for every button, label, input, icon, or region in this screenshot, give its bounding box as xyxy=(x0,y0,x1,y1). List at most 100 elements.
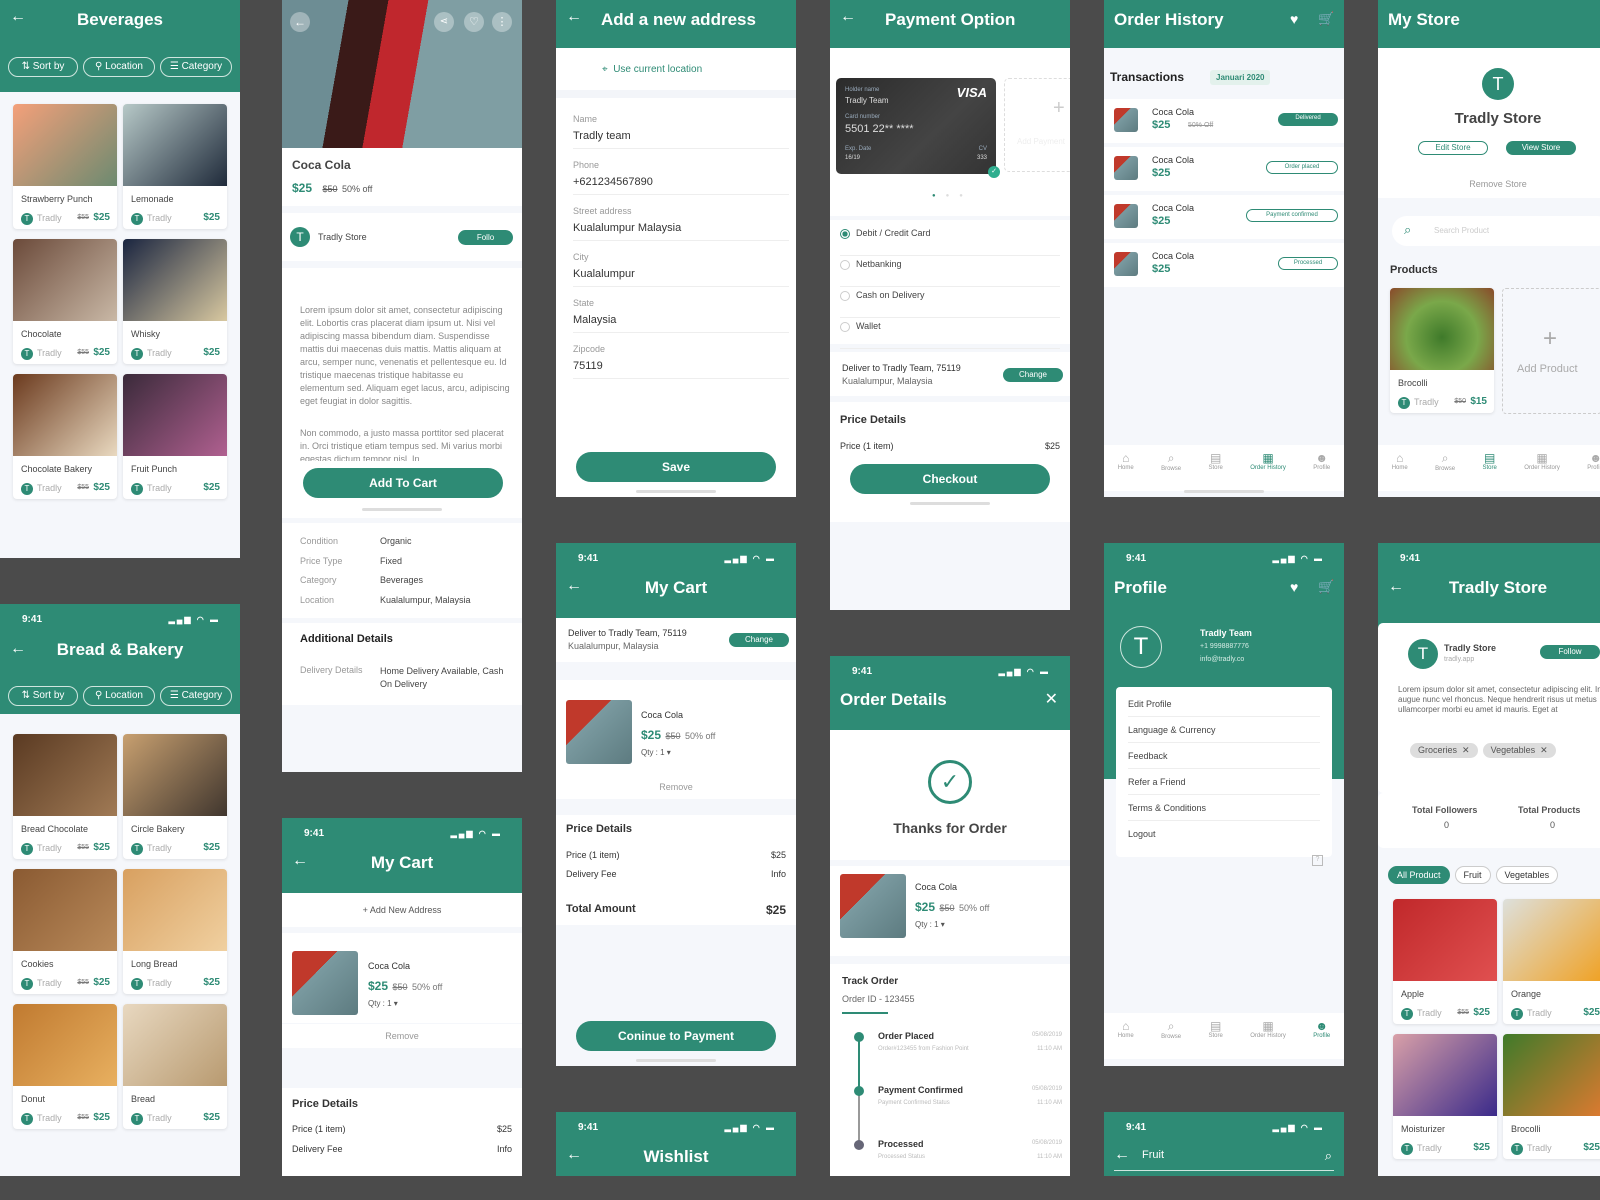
edit-store-button[interactable]: Edit Store xyxy=(1418,141,1488,155)
nav-item-home[interactable]: ⌂ Home xyxy=(1392,451,1408,491)
category-button[interactable]: ☰ Category xyxy=(160,57,232,77)
category-button[interactable]: ☰ Category xyxy=(160,686,232,706)
address-field[interactable]: Phone +621234567890 xyxy=(573,160,789,195)
sort-by-button[interactable]: ⇅ Sort by xyxy=(8,686,78,706)
share-icon[interactable]: ⋖ xyxy=(434,12,454,32)
carousel-dots[interactable]: ●●● xyxy=(932,193,973,199)
category-chip[interactable]: All Product xyxy=(1388,866,1450,884)
nav-item-store[interactable]: ▤ Store xyxy=(1208,451,1222,491)
continue-to-payment-button[interactable]: Coninue to Payment xyxy=(576,1021,776,1051)
product-card[interactable]: Circle Bakery T Tradly $25 xyxy=(123,734,227,859)
heart-icon[interactable]: ♥ xyxy=(1290,579,1298,595)
use-current-location-button[interactable]: ⌖ Use current location xyxy=(602,64,702,75)
sort-by-button[interactable]: ⇅ Sort by xyxy=(8,57,78,77)
product-card[interactable]: Orange T Tradly $25 xyxy=(1503,899,1600,1024)
category-chip[interactable]: Vegetables xyxy=(1495,866,1559,884)
qty-selector[interactable]: Qty : 1 ▾ xyxy=(368,999,398,1008)
logout-button[interactable]: Logout xyxy=(1128,821,1320,847)
search-icon[interactable]: ⌕ xyxy=(1325,1148,1332,1164)
profile-avatar[interactable]: T xyxy=(1120,626,1162,668)
close-icon[interactable]: ✕ xyxy=(1045,689,1058,709)
heart-icon[interactable]: ♥ xyxy=(1290,11,1298,27)
field-value[interactable]: Tradly team xyxy=(573,130,789,149)
close-icon[interactable]: ✕ xyxy=(1462,745,1470,755)
help-icon[interactable]: ? xyxy=(1312,855,1323,866)
nav-item-store[interactable]: ▤ Store xyxy=(1482,451,1496,491)
nav-item-browse[interactable]: ⌕ Browse xyxy=(1161,1019,1181,1059)
payment-option[interactable]: Wallet xyxy=(840,321,1060,349)
transaction-item[interactable]: Coca Cola $25 Processed xyxy=(1104,243,1344,287)
cart-icon[interactable]: 🛒 xyxy=(1318,579,1334,595)
product-card[interactable]: Fruit Punch T Tradly $25 xyxy=(123,374,227,499)
search-product-input[interactable]: ⌕ Search Product xyxy=(1392,216,1600,246)
payment-option[interactable]: Debit / Credit Card xyxy=(840,228,1060,256)
add-new-address-button[interactable]: + Add New Address xyxy=(282,893,522,927)
heart-icon[interactable]: ♡ xyxy=(464,12,484,32)
remove-store-button[interactable]: Remove Store xyxy=(1378,179,1600,189)
field-value[interactable]: 75119 xyxy=(573,360,789,379)
product-card[interactable]: Bread Chocolate T Tradly $55 $25 xyxy=(13,734,117,859)
product-card[interactable]: Chocolate Bakery T Tradly $55 $25 xyxy=(13,374,117,499)
checkout-button[interactable]: Checkout xyxy=(850,464,1050,494)
back-arrow-icon[interactable]: ← xyxy=(290,12,310,32)
remove-button[interactable]: Remove xyxy=(556,775,796,799)
field-value[interactable]: Kualalumpur xyxy=(573,268,789,287)
address-field[interactable]: Street address Kualalumpur Malaysia xyxy=(573,206,789,241)
product-card[interactable]: Apple T Tradly $55 $25 xyxy=(1393,899,1497,1024)
address-field[interactable]: Zipcode 75119 xyxy=(573,344,789,379)
back-arrow-icon[interactable]: ← xyxy=(1114,1146,1130,1164)
address-field[interactable]: State Malaysia xyxy=(573,298,789,333)
nav-item-profile[interactable]: ☻Profile xyxy=(1313,1019,1330,1059)
add-to-cart-button[interactable]: Add To Cart xyxy=(303,468,503,498)
menu-item[interactable]: Refer a Friend xyxy=(1128,769,1320,795)
payment-option[interactable]: Cash on Delivery xyxy=(840,290,1060,318)
nav-item-browse[interactable]: ⌕ Browse xyxy=(1161,451,1181,491)
month-filter[interactable]: Januari 2020 xyxy=(1210,70,1271,85)
payment-option[interactable]: Netbanking xyxy=(840,259,1060,287)
back-arrow-icon[interactable]: ← xyxy=(840,8,856,26)
qty-selector[interactable]: Qty : 1 ▾ xyxy=(641,748,671,757)
qty-selector[interactable]: Qty : 1 ▾ xyxy=(915,920,945,929)
add-product-button[interactable]: + Add Product xyxy=(1502,288,1600,414)
product-card[interactable]: Whisky T Tradly $25 xyxy=(123,239,227,364)
location-button[interactable]: ⚲ Location xyxy=(83,57,155,77)
product-card[interactable]: Brocolli T Tradly $25 xyxy=(1503,1034,1600,1159)
transaction-item[interactable]: Coca Cola $25 Payment confirmed xyxy=(1104,195,1344,239)
back-arrow-icon[interactable]: ← xyxy=(566,8,582,26)
remove-button[interactable]: Remove xyxy=(282,1024,522,1048)
nav-item-store[interactable]: ▤ Store xyxy=(1208,1019,1222,1059)
product-card[interactable]: Brocolli T Tradly $50 $15 xyxy=(1390,288,1494,413)
product-card[interactable]: Long Bread T Tradly $25 xyxy=(123,869,227,994)
field-value[interactable]: Malaysia xyxy=(573,314,789,333)
radio-button[interactable] xyxy=(840,259,850,270)
product-card[interactable]: Chocolate T Tradly $55 $25 xyxy=(13,239,117,364)
field-value[interactable]: +621234567890 xyxy=(573,176,789,195)
nav-item-browse[interactable]: ⌕ Browse xyxy=(1435,451,1455,491)
category-chip[interactable]: Fruit xyxy=(1454,866,1491,884)
menu-item[interactable]: Feedback xyxy=(1128,743,1320,769)
more-icon[interactable]: ⋮ xyxy=(492,12,512,32)
nav-item-home[interactable]: ⌂ Home xyxy=(1118,451,1134,491)
add-payment-card[interactable]: + Add Payment xyxy=(1004,78,1070,172)
nav-item-order-history[interactable]: ▦ Order History xyxy=(1524,451,1560,491)
product-card[interactable]: Strawberry Punch T Tradly $55 $25 xyxy=(13,104,117,229)
address-field[interactable]: City Kualalumpur xyxy=(573,252,789,287)
menu-item[interactable]: Edit Profile xyxy=(1128,691,1320,717)
product-card[interactable]: Bread T Tradly $25 xyxy=(123,1004,227,1129)
product-card[interactable]: Cookies T Tradly $55 $25 xyxy=(13,869,117,994)
tag[interactable]: Groceries ✕ xyxy=(1410,743,1478,758)
nav-item-order-history[interactable]: ▦ Order History xyxy=(1250,1019,1286,1059)
transaction-item[interactable]: Coca Cola $25 Order placed xyxy=(1104,147,1344,191)
product-card[interactable]: Donut T Tradly $55 $25 xyxy=(13,1004,117,1129)
menu-item[interactable]: Terms & Conditions xyxy=(1128,795,1320,821)
change-address-button[interactable]: Change xyxy=(1003,368,1063,382)
radio-button[interactable] xyxy=(840,321,850,332)
tag[interactable]: Vegetables ✕ xyxy=(1482,743,1556,758)
nav-item-order-history[interactable]: ▦ Order History xyxy=(1250,451,1286,491)
nav-item-profile[interactable]: ☻Profile xyxy=(1587,451,1600,491)
follow-button[interactable]: Follow xyxy=(1540,645,1600,659)
location-button[interactable]: ⚲ Location xyxy=(83,686,155,706)
follow-button[interactable]: Follo xyxy=(458,230,513,245)
cart-icon[interactable]: 🛒 xyxy=(1318,11,1334,27)
product-card[interactable]: Lemonade T Tradly $25 xyxy=(123,104,227,229)
